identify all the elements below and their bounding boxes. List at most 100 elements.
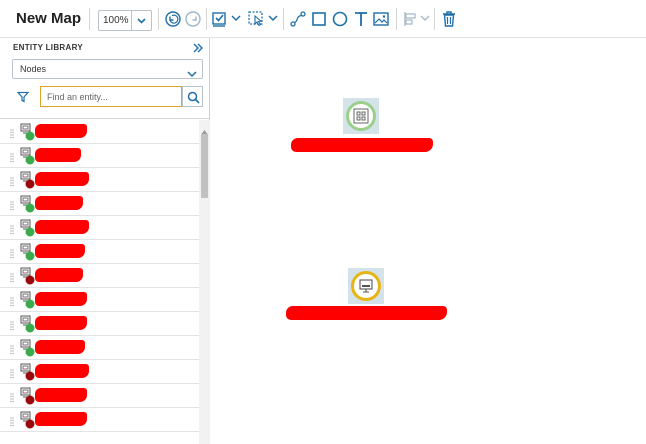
- entity-name: [redacted]: [35, 268, 83, 282]
- entity-name: [redacted]: [35, 220, 89, 234]
- list-item[interactable]: [redacted]: [0, 216, 199, 240]
- zoom-select[interactable]: 100%: [98, 10, 152, 31]
- entity-name: [redacted]: [35, 388, 87, 402]
- drag-handle-icon[interactable]: [10, 342, 14, 355]
- node-status-icon: [18, 219, 36, 237]
- map-canvas[interactable]: [redacted] [redacted]: [211, 38, 646, 444]
- toolbar: New Map 100%: [0, 0, 646, 38]
- map-node-monitor[interactable]: [348, 268, 384, 304]
- node-status-icon: [18, 315, 36, 333]
- toolbar-divider: [396, 8, 397, 30]
- divider: [0, 118, 210, 119]
- text-icon[interactable]: [352, 10, 370, 28]
- redo-icon[interactable]: [184, 10, 202, 28]
- chevron-down-icon: [131, 11, 151, 30]
- chevron-down-icon[interactable]: [231, 14, 241, 22]
- node-select-icon[interactable]: [247, 10, 265, 28]
- scroll-thumb[interactable]: [201, 134, 208, 198]
- filter-icon[interactable]: [16, 90, 30, 103]
- entity-library-panel: ENTITY LIBRARY Nodes [redacted][redacted…: [0, 38, 210, 444]
- chevron-down-icon: [187, 65, 197, 78]
- entity-name: [redacted]: [35, 340, 85, 354]
- toolbar-divider: [158, 8, 159, 30]
- undo-icon[interactable]: [164, 10, 182, 28]
- drag-handle-icon[interactable]: [10, 222, 14, 235]
- map-node-label[interactable]: [redacted]: [291, 138, 433, 152]
- search-icon: [187, 91, 200, 104]
- drag-handle-icon[interactable]: [10, 270, 14, 283]
- drag-handle-icon[interactable]: [10, 150, 14, 163]
- node-status-icon: [18, 339, 36, 357]
- drag-handle-icon[interactable]: [10, 390, 14, 403]
- entity-name: [redacted]: [35, 364, 89, 378]
- node-status-icon: [18, 363, 36, 381]
- list-item[interactable]: [redacted]: [0, 336, 199, 360]
- scroll-up-arrow-icon[interactable]: [201, 122, 208, 134]
- entity-search-input[interactable]: [47, 87, 177, 107]
- zoom-value: 100%: [103, 15, 129, 26]
- toolbar-divider: [89, 8, 90, 30]
- list-item[interactable]: [redacted]: [0, 120, 199, 144]
- entity-type-value: Nodes: [20, 64, 47, 74]
- rectangle-icon[interactable]: [310, 10, 328, 28]
- list-item[interactable]: [redacted]: [0, 240, 199, 264]
- drag-handle-icon[interactable]: [10, 414, 14, 427]
- toolbar-divider: [206, 8, 207, 30]
- entity-name: [redacted]: [35, 316, 87, 330]
- list-item[interactable]: [redacted]: [0, 288, 199, 312]
- search-button[interactable]: [182, 86, 203, 107]
- connector-icon[interactable]: [289, 10, 307, 28]
- node-status-icon: [18, 267, 36, 285]
- map-title: New Map: [16, 10, 82, 27]
- list-item[interactable]: [redacted]: [0, 192, 199, 216]
- node-status-icon: [18, 147, 36, 165]
- entity-name: [redacted]: [35, 292, 87, 306]
- entity-name: [redacted]: [35, 196, 83, 210]
- list-item[interactable]: [redacted]: [0, 312, 199, 336]
- drag-handle-icon[interactable]: [10, 294, 14, 307]
- list-item[interactable]: [redacted]: [0, 264, 199, 288]
- list-item[interactable]: [redacted]: [0, 360, 199, 384]
- image-icon[interactable]: [372, 10, 390, 28]
- drag-handle-icon[interactable]: [10, 126, 14, 139]
- node-status-icon: [18, 387, 36, 405]
- list-item[interactable]: [redacted]: [0, 144, 199, 168]
- checklist-icon[interactable]: [211, 10, 229, 28]
- collapse-panel-icon[interactable]: [192, 41, 204, 53]
- map-node-label[interactable]: [redacted]: [286, 306, 447, 320]
- drag-handle-icon[interactable]: [10, 198, 14, 211]
- node-status-icon: [18, 171, 36, 189]
- node-status-icon: [18, 195, 36, 213]
- list-item[interactable]: [redacted]: [0, 408, 199, 432]
- monitor-icon: [359, 279, 373, 293]
- entity-name: [redacted]: [35, 148, 81, 162]
- node-status-icon: [18, 243, 36, 261]
- drag-handle-icon[interactable]: [10, 174, 14, 187]
- panel-title: ENTITY LIBRARY: [13, 43, 83, 52]
- entity-name: [redacted]: [35, 244, 85, 258]
- delete-icon[interactable]: [440, 10, 458, 28]
- entity-type-select[interactable]: Nodes: [12, 59, 203, 79]
- list-scrollbar[interactable]: [199, 120, 210, 444]
- toolbar-divider: [434, 8, 435, 30]
- node-status-icon: [18, 291, 36, 309]
- node-status-icon: [18, 411, 36, 429]
- entity-search-box[interactable]: [40, 86, 182, 107]
- drag-handle-icon[interactable]: [10, 246, 14, 259]
- drag-handle-icon[interactable]: [10, 318, 14, 331]
- group-icon: [353, 108, 369, 124]
- chevron-down-icon[interactable]: [420, 14, 430, 22]
- entity-name: [redacted]: [35, 172, 89, 186]
- node-status-icon: [18, 123, 36, 141]
- chevron-down-icon[interactable]: [268, 14, 278, 22]
- list-item[interactable]: [redacted]: [0, 384, 199, 408]
- map-node-group[interactable]: [343, 98, 379, 134]
- align-icon[interactable]: [402, 10, 420, 28]
- toolbar-divider: [283, 8, 284, 30]
- entity-list: [redacted] [redacted] [redacted] [redacted]…: [0, 120, 199, 444]
- entity-name: [redacted]: [35, 124, 87, 138]
- drag-handle-icon[interactable]: [10, 366, 14, 379]
- list-item[interactable]: [redacted]: [0, 168, 199, 192]
- entity-name: [redacted]: [35, 412, 87, 426]
- circle-icon[interactable]: [331, 10, 349, 28]
